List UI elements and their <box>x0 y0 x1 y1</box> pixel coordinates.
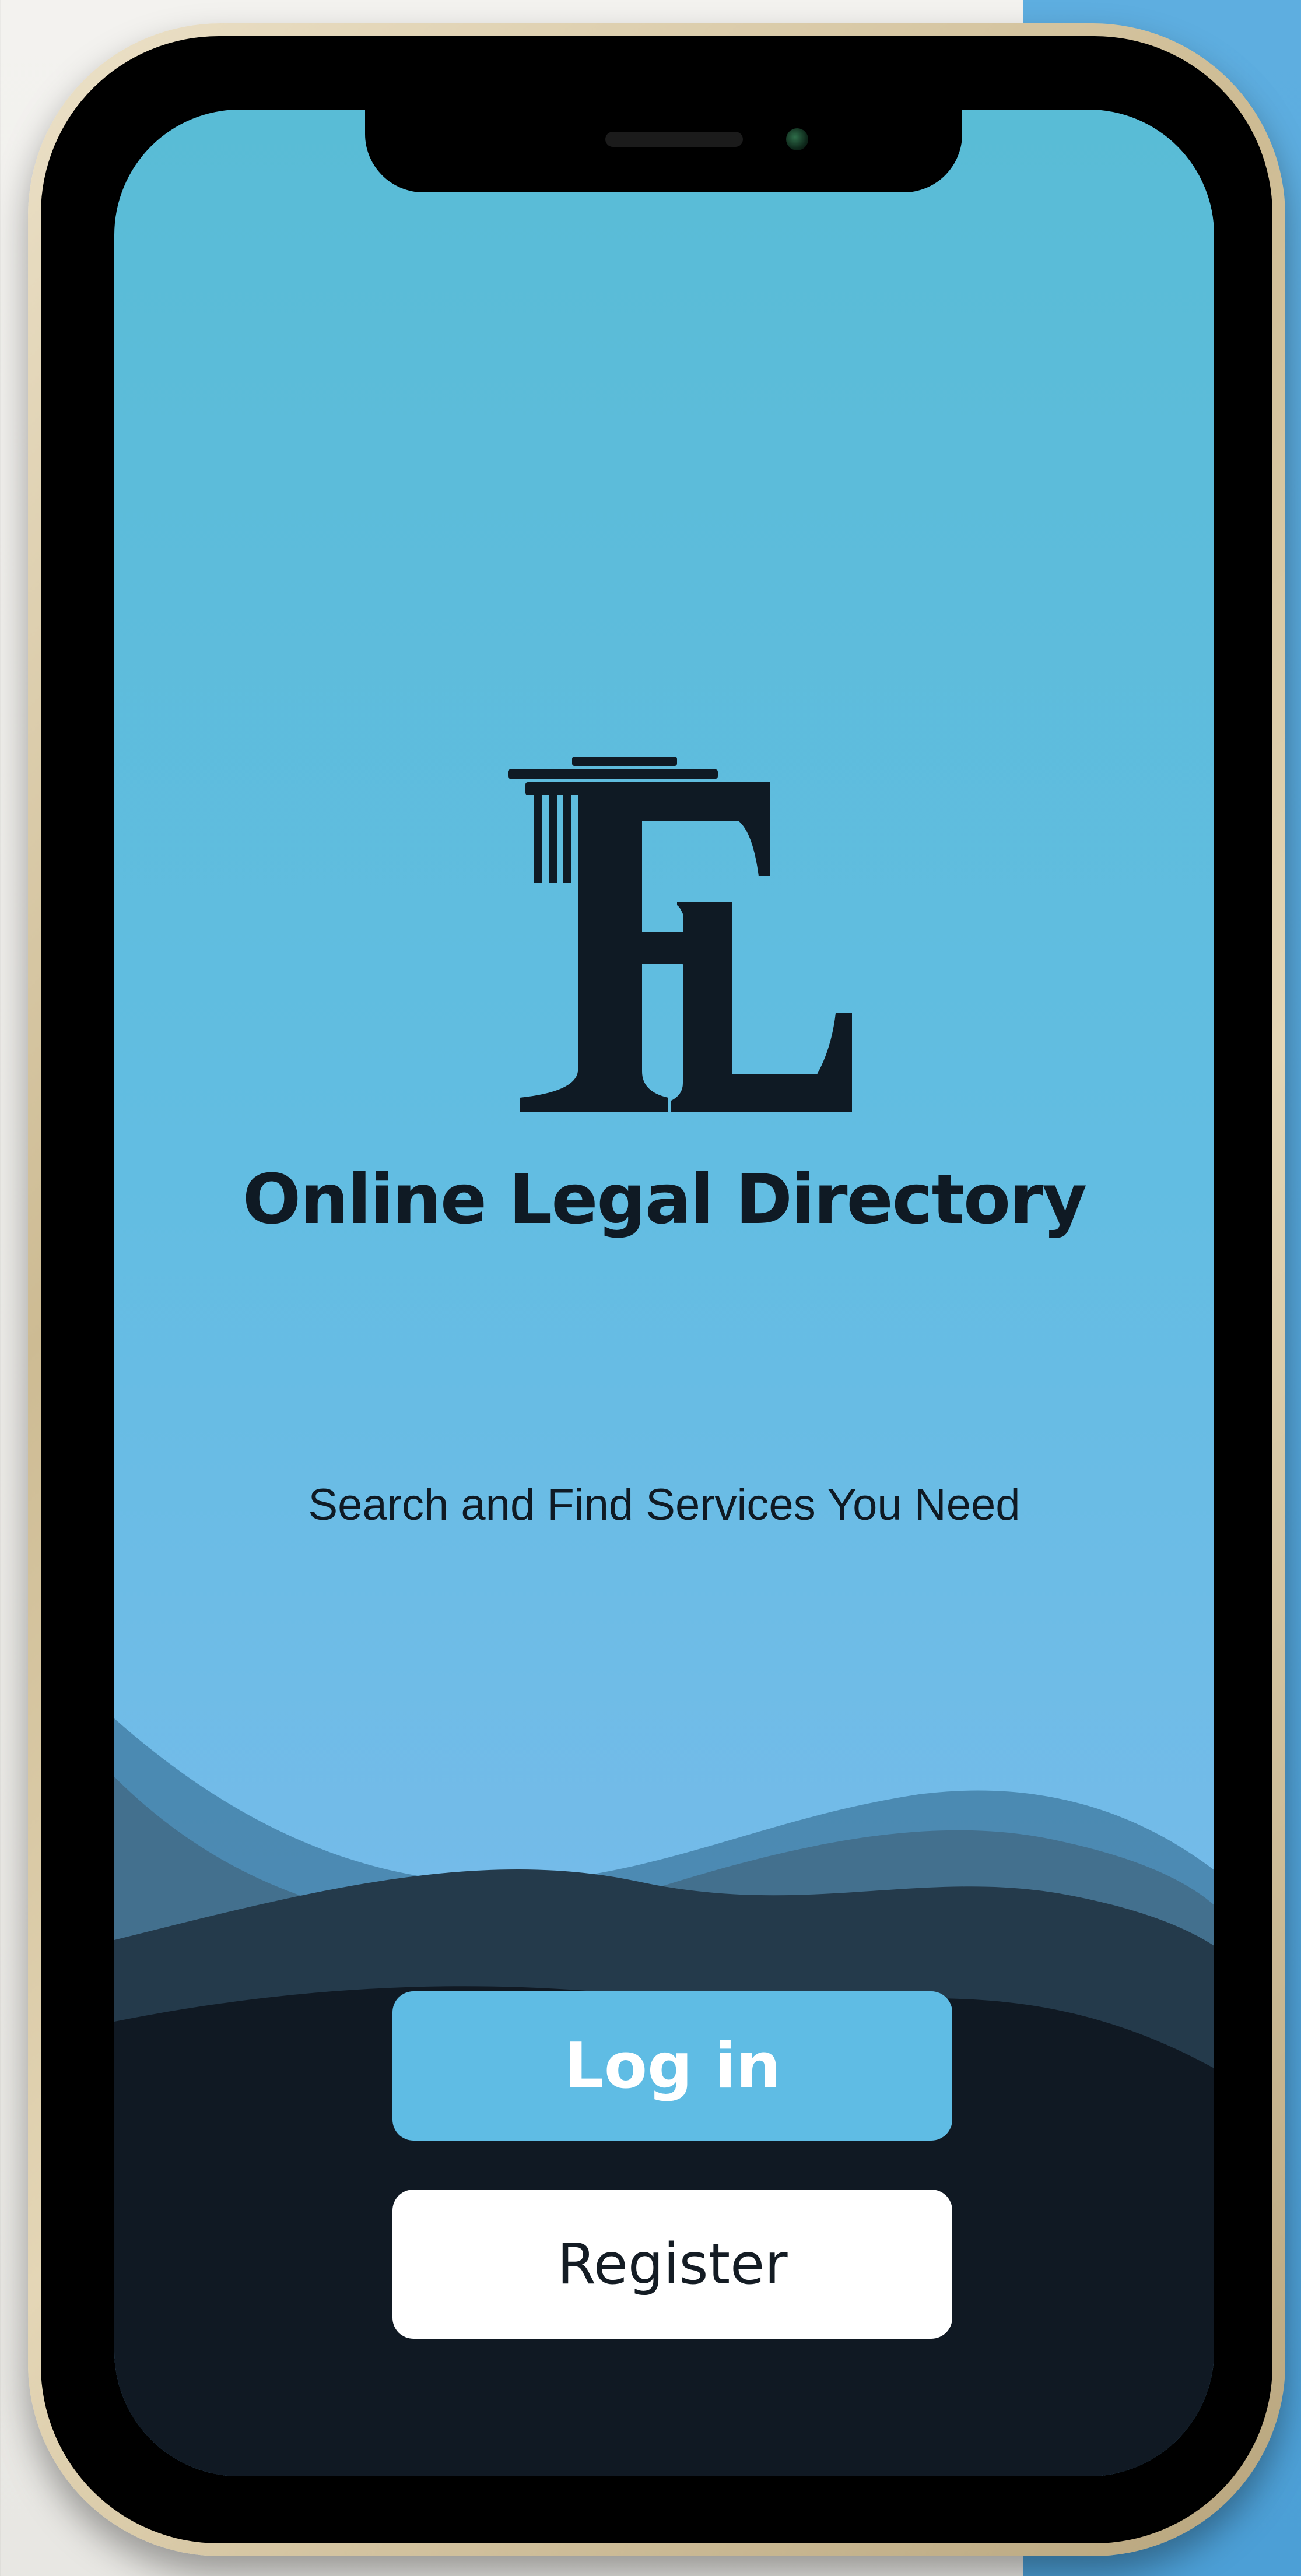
app-tagline: Search and Find Services You Need <box>308 1480 1021 1530</box>
register-button-label: Register <box>557 2231 788 2297</box>
register-button[interactable]: Register <box>392 2190 952 2339</box>
app-title: Online Legal Directory <box>242 1159 1087 1239</box>
speaker-grille <box>605 132 743 147</box>
phone-notch <box>365 110 962 192</box>
front-camera-icon <box>786 128 808 150</box>
brand-logo-icon <box>508 757 852 1112</box>
app-screen: Online Legal Directory Search and Find S… <box>114 110 1214 2476</box>
login-button[interactable]: Log in <box>392 1991 952 2141</box>
login-button-label: Log in <box>564 2029 781 2103</box>
